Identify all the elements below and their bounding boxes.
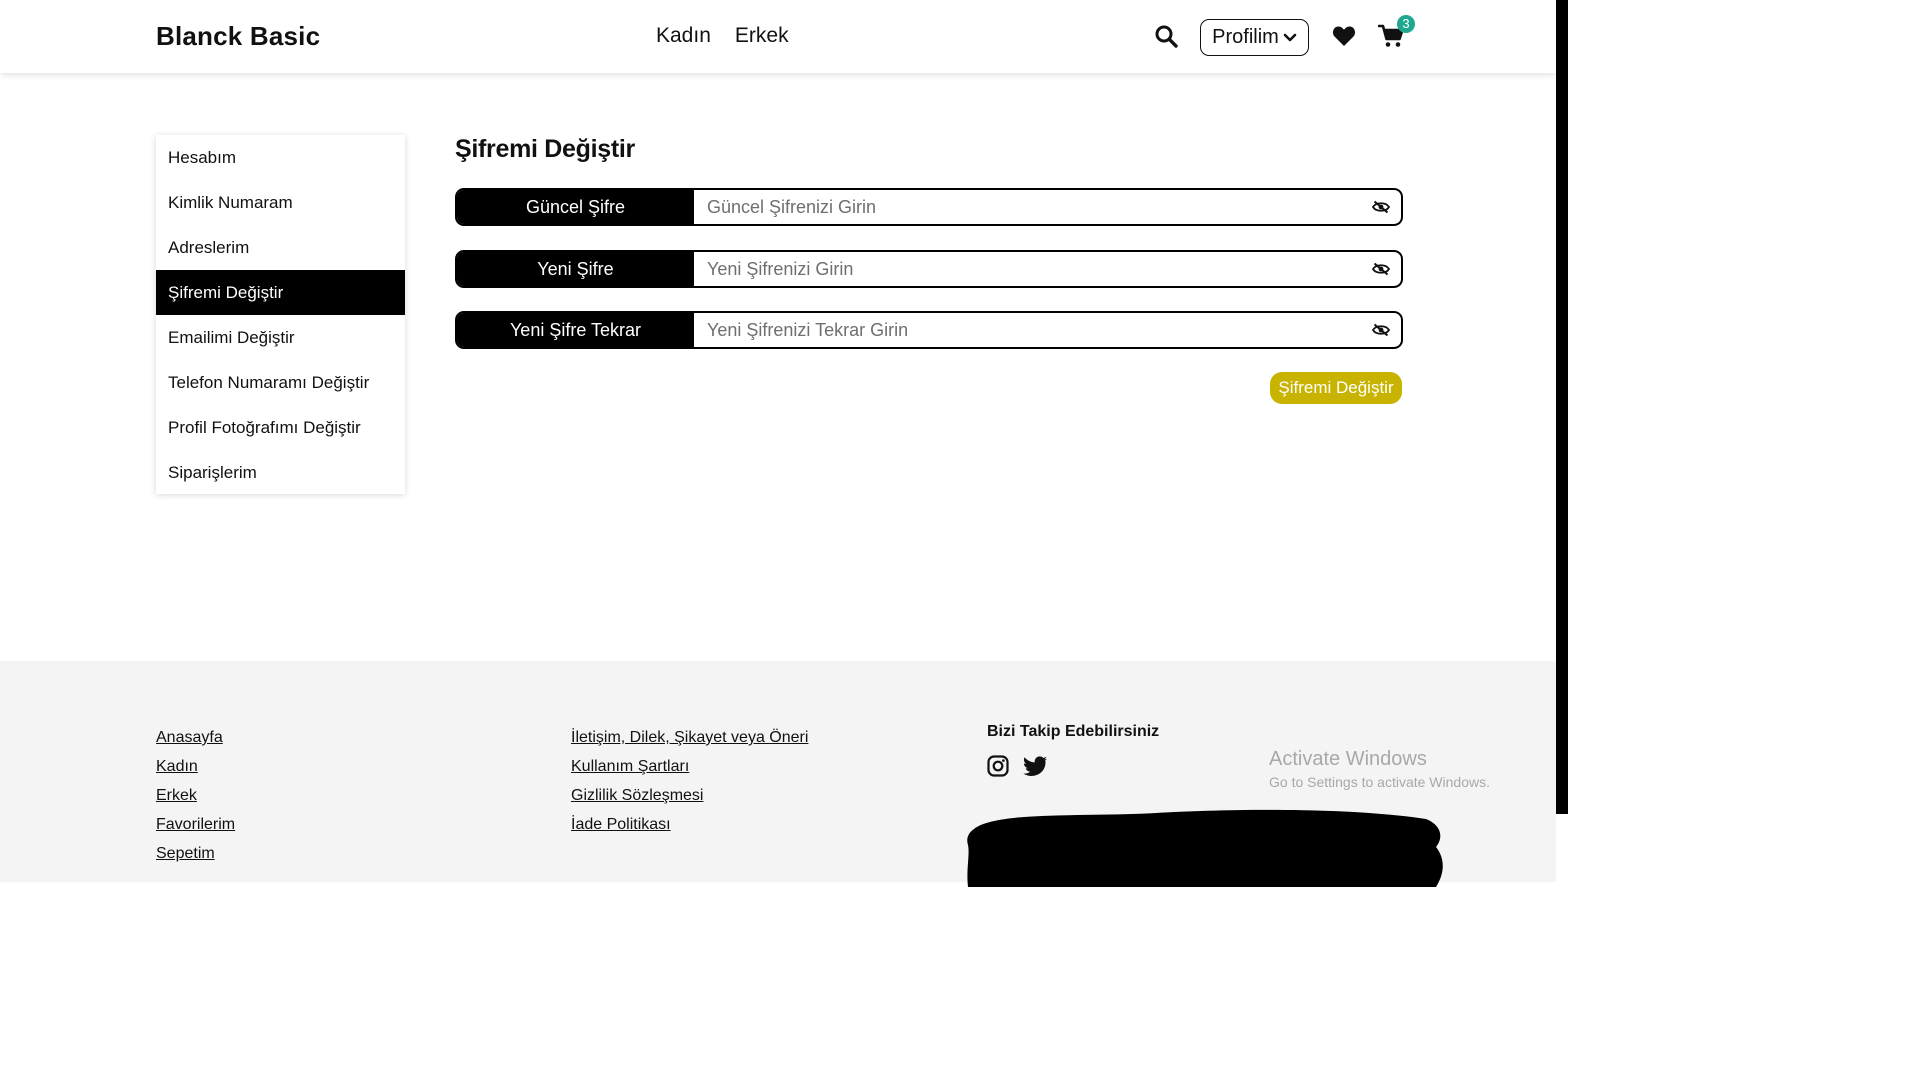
- activate-title: Activate Windows: [1269, 748, 1427, 770]
- new-password-label: Yeni Şifre: [457, 252, 694, 286]
- footer-link-sepetim[interactable]: Sepetim: [156, 839, 235, 868]
- site-header: Blanck Basic Kadın Erkek Profilim 3: [0, 0, 1556, 73]
- footer-links-info: İletişim, Dilek, Şikayet veya Öneri Kull…: [571, 723, 808, 839]
- sidebar-item-telefon-numarami-degistir[interactable]: Telefon Numaramı Değiştir: [156, 360, 405, 405]
- new-password-input[interactable]: [694, 252, 1361, 286]
- sidebar-item-kimlik-numaram[interactable]: Kimlik Numaram: [156, 180, 405, 225]
- eye-slash-icon[interactable]: [1361, 252, 1401, 286]
- follow-us-title: Bizi Takip Edebilirsiniz: [987, 723, 1160, 740]
- main-nav: Kadın Erkek: [656, 24, 789, 48]
- nav-link-kadin[interactable]: Kadın: [656, 24, 711, 48]
- sidebar-item-adreslerim[interactable]: Adreslerim: [156, 225, 405, 270]
- heart-icon[interactable]: [1332, 25, 1356, 47]
- profile-dropdown-button[interactable]: Profilim: [1200, 19, 1309, 56]
- footer-link-anasayfa[interactable]: Anasayfa: [156, 723, 235, 752]
- eye-slash-icon[interactable]: [1361, 190, 1401, 224]
- change-password-button[interactable]: Şifremi Değiştir: [1270, 372, 1402, 404]
- footer-link-favorilerim[interactable]: Favorilerim: [156, 810, 235, 839]
- twitter-icon[interactable]: [1023, 756, 1048, 777]
- confirm-password-input[interactable]: [694, 313, 1361, 347]
- chevron-down-icon: [1283, 33, 1297, 41]
- search-icon[interactable]: [1154, 24, 1178, 48]
- page-title: Şifremi Değiştir: [455, 135, 635, 163]
- new-password-field: Yeni Şifre: [455, 250, 1403, 288]
- redaction-scribble: [967, 809, 1443, 887]
- current-password-input[interactable]: [694, 190, 1361, 224]
- eye-slash-icon[interactable]: [1361, 313, 1401, 347]
- brand-logo[interactable]: Blanck Basic: [156, 21, 320, 52]
- footer-link-erkek[interactable]: Erkek: [156, 781, 235, 810]
- cart-count-badge: 3: [1397, 15, 1415, 33]
- profile-label: Profilim: [1212, 26, 1279, 48]
- footer-link-kadin[interactable]: Kadın: [156, 752, 235, 781]
- footer-link-iade[interactable]: İade Politikası: [571, 810, 808, 839]
- site-footer: Anasayfa Kadın Erkek Favorilerim Sepetim…: [0, 661, 1556, 887]
- sidebar-item-sifremi-degistir[interactable]: Şifremi Değiştir: [156, 270, 405, 315]
- account-sidebar: Hesabım Kimlik Numaram Adreslerim Şifrem…: [156, 135, 405, 494]
- scrollbar[interactable]: [1556, 0, 1568, 814]
- current-password-field: Güncel Şifre: [455, 188, 1403, 226]
- sidebar-item-hesabim[interactable]: Hesabım: [156, 135, 405, 180]
- current-password-label: Güncel Şifre: [457, 190, 694, 224]
- windows-activation-watermark: Activate Windows Go to Settings to activ…: [1269, 748, 1490, 790]
- footer-link-iletisim[interactable]: İletişim, Dilek, Şikayet veya Öneri: [571, 723, 808, 752]
- nav-link-erkek[interactable]: Erkek: [735, 24, 789, 48]
- sidebar-item-siparislerim[interactable]: Siparişlerim: [156, 450, 405, 495]
- footer-links-main: Anasayfa Kadın Erkek Favorilerim Sepetim: [156, 723, 235, 868]
- activate-subtitle: Go to Settings to activate Windows.: [1269, 774, 1490, 790]
- footer-link-kullanim-sartlari[interactable]: Kullanım Şartları: [571, 752, 808, 781]
- sidebar-item-profil-fotografimi-degistir[interactable]: Profil Fotoğrafımı Değiştir: [156, 405, 405, 450]
- confirm-password-label: Yeni Şifre Tekrar: [457, 313, 694, 347]
- confirm-password-field: Yeni Şifre Tekrar: [455, 311, 1403, 349]
- footer-link-gizlilik[interactable]: Gizlilik Sözleşmesi: [571, 781, 808, 810]
- instagram-icon[interactable]: [987, 755, 1009, 777]
- sidebar-item-emailimi-degistir[interactable]: Emailimi Değiştir: [156, 315, 405, 360]
